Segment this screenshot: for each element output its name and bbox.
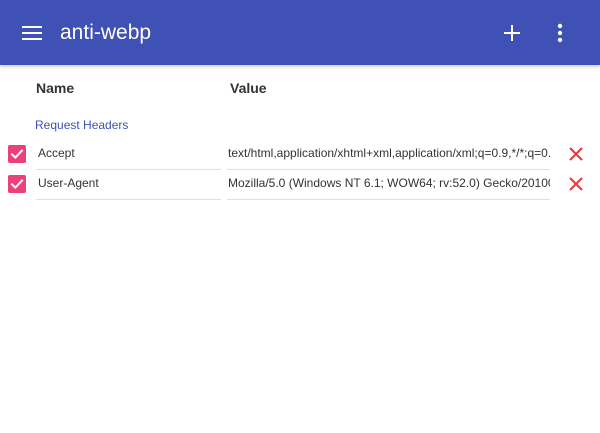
header-name-field[interactable]: Accept [36,140,221,170]
value-column-header: Value [230,80,267,96]
app-bar: anti-webp [0,0,600,65]
add-button[interactable] [493,14,531,52]
checkmark-icon [10,179,24,190]
header-value-text: text/html,application/xhtml+xml,applicat… [228,146,550,160]
checkmark-icon [10,149,24,160]
header-name-value: Accept [38,146,75,160]
app-title: anti-webp [60,21,152,44]
header-value-field[interactable]: text/html,application/xhtml+xml,applicat… [227,140,550,170]
add-icon [504,25,520,41]
header-row-accept: Accept text/html,application/xhtml+xml,a… [0,140,600,170]
header-value-field[interactable]: Mozilla/5.0 (Windows NT 6.1; WOW64; rv:5… [227,170,550,200]
more-options-button[interactable] [541,14,579,52]
header-value-text: Mozilla/5.0 (Windows NT 6.1; WOW64; rv:5… [228,176,550,190]
enable-checkbox[interactable] [8,145,26,163]
name-column-header: Name [36,80,75,96]
header-name-field[interactable]: User-Agent [36,170,221,200]
close-icon [569,177,583,191]
header-name-value: User-Agent [38,176,99,190]
menu-icon [22,26,42,40]
menu-button[interactable] [13,14,51,52]
header-row-user-agent: User-Agent Mozilla/5.0 (Windows NT 6.1; … [0,170,600,200]
more-vert-icon [557,23,563,43]
request-headers-section-label: Request Headers [35,118,129,132]
delete-button[interactable] [566,144,586,164]
delete-button[interactable] [566,174,586,194]
enable-checkbox[interactable] [8,175,26,193]
close-icon [569,147,583,161]
